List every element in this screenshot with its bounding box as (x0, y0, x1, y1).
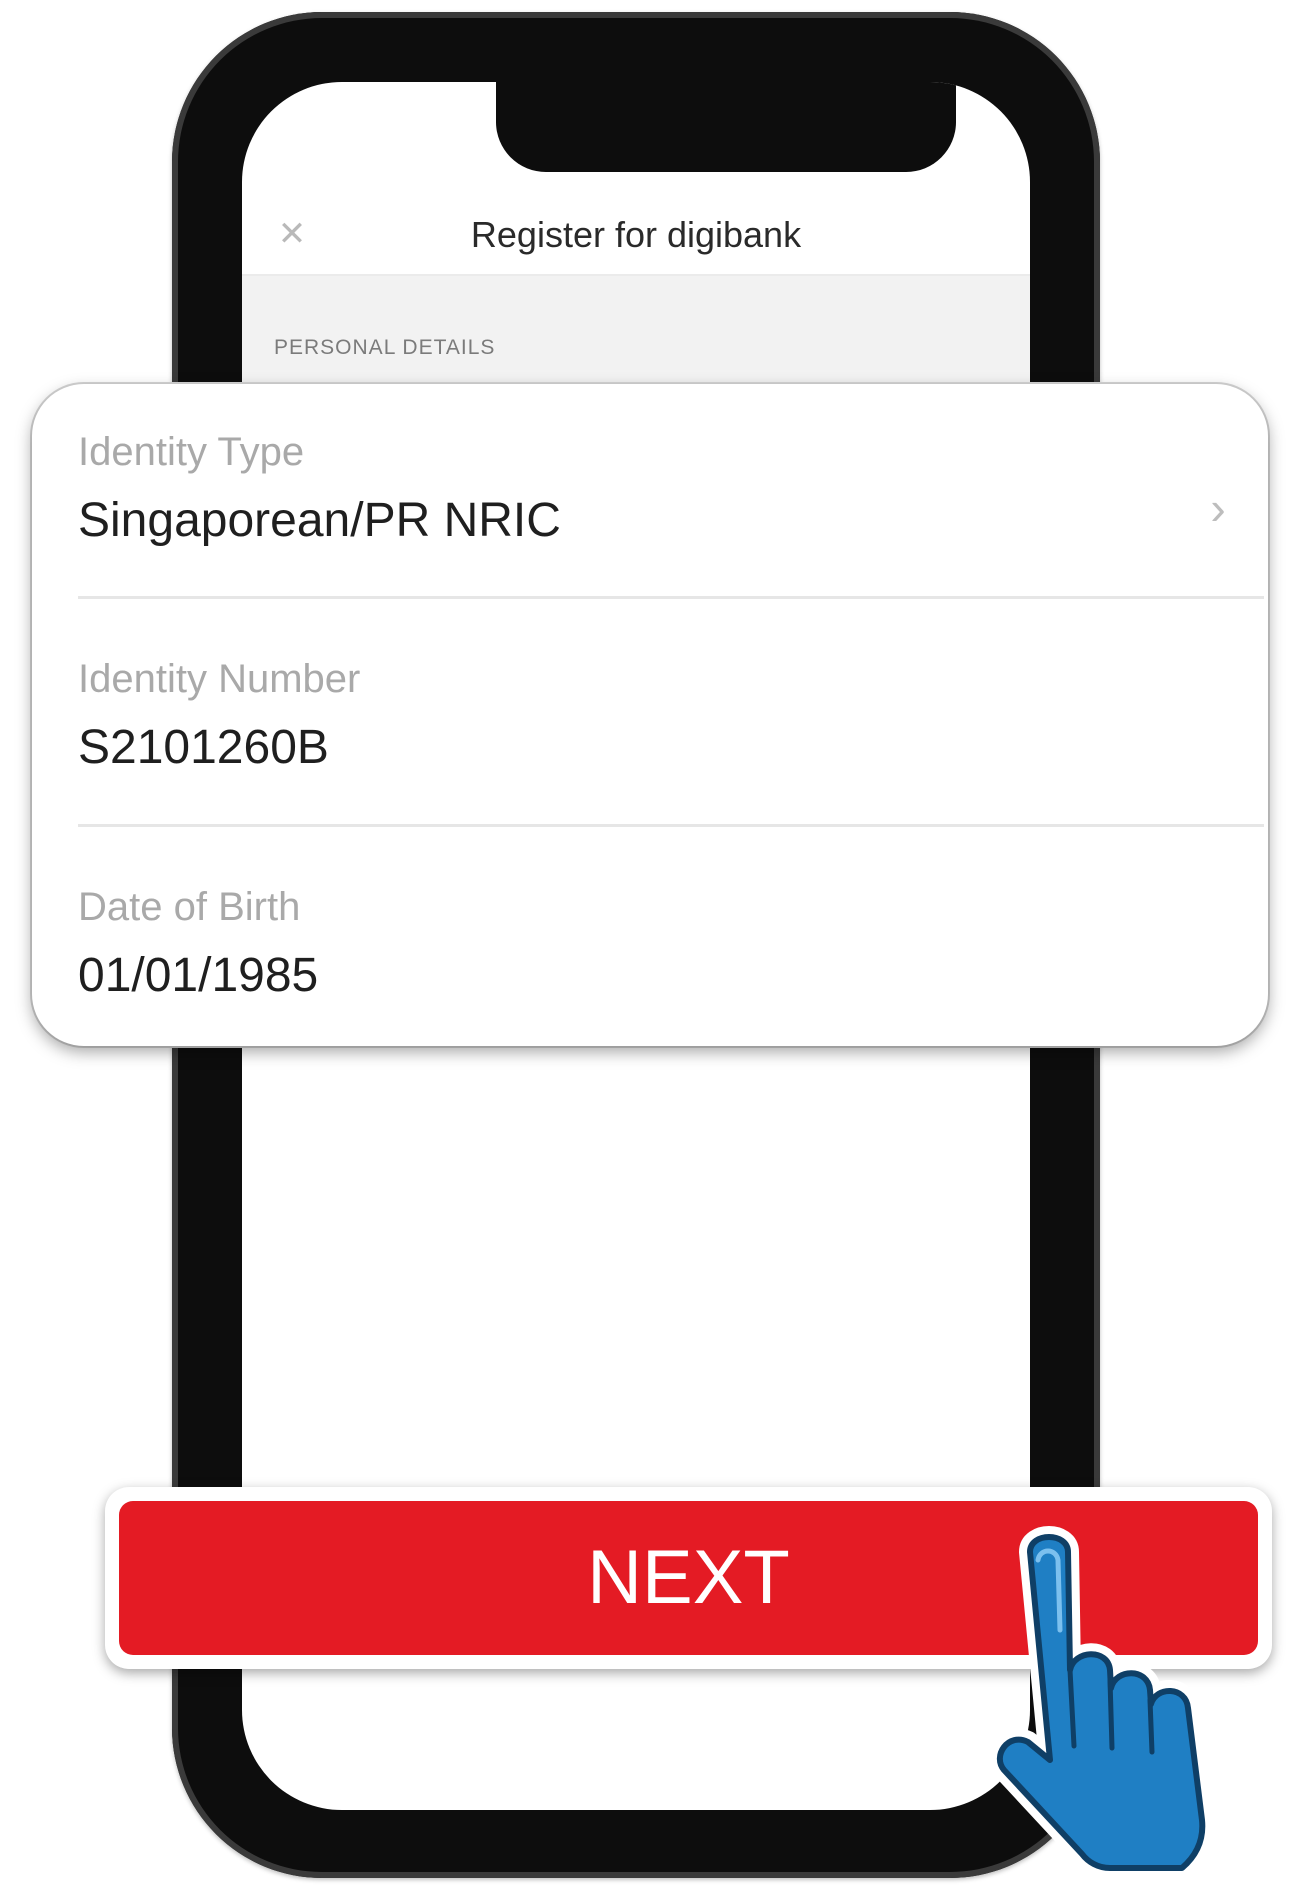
date-of-birth-field[interactable]: Date of Birth 01/01/1985 (78, 883, 1208, 1005)
section-label: PERSONAL DETAILS (274, 336, 496, 359)
divider (78, 596, 1264, 599)
identity-number-value: S2101260B (78, 721, 329, 774)
page-title: Register for digibank (470, 214, 802, 255)
identity-type-label: Identity Type (78, 430, 305, 474)
identity-number-field[interactable]: Identity Number S2101260B (78, 655, 1208, 777)
date-of-birth-value: 01/01/1985 (78, 949, 319, 1002)
date-of-birth-label: Date of Birth (78, 885, 301, 929)
divider (78, 824, 1264, 827)
identity-type-value: Singaporean/PR NRIC (78, 494, 561, 547)
chevron-right-icon[interactable]: › (1198, 485, 1238, 531)
section-header: PERSONAL DETAILS (242, 276, 1030, 384)
identity-number-label: Identity Number (78, 657, 361, 701)
hand-pointer-icon (990, 1526, 1214, 1876)
app-header: ✕ Register for digibank (242, 192, 1030, 276)
identity-type-field[interactable]: Identity Type Singaporean/PR NRIC (78, 428, 1208, 550)
phone-notch (496, 82, 956, 172)
personal-details-card: Identity Type Singaporean/PR NRIC › Iden… (32, 384, 1268, 1046)
